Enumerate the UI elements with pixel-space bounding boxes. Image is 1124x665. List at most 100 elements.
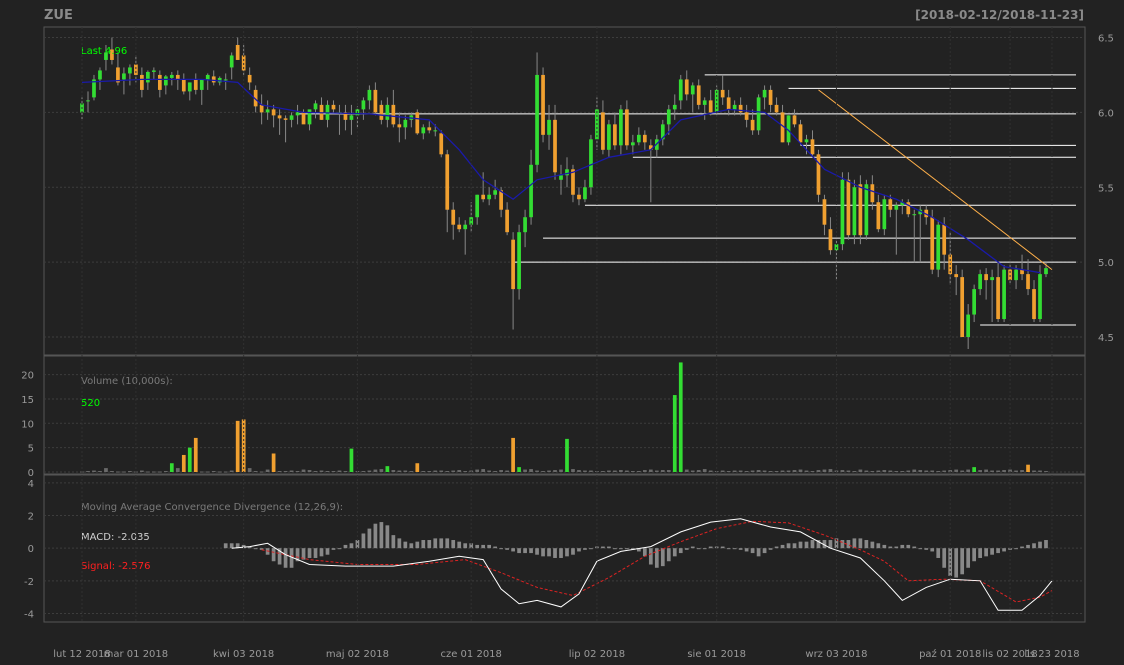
macd-histogram-bar	[894, 546, 899, 549]
macd-histogram-bar	[798, 541, 803, 549]
volume-bar	[445, 471, 450, 473]
candle-body	[499, 190, 503, 210]
candle-body	[726, 97, 731, 110]
candle-body	[607, 124, 611, 150]
candle-body	[427, 127, 432, 131]
volume-bar	[433, 470, 438, 472]
volume-bar	[930, 470, 935, 472]
volume-bar	[702, 469, 707, 472]
candle-body	[984, 274, 988, 281]
volume-bar	[157, 471, 162, 473]
macd-histogram-bar	[876, 543, 881, 549]
candle-body	[301, 112, 306, 125]
macd-histogram-bar	[439, 538, 444, 549]
price-tick-label: 5.5	[1098, 183, 1114, 194]
macd-histogram-bar	[810, 540, 815, 549]
candle-body	[295, 112, 300, 116]
volume-bar	[247, 468, 252, 472]
candle-body	[199, 79, 204, 90]
volume-bar	[439, 470, 444, 472]
macd-histogram-bar	[619, 548, 623, 550]
volume-bar	[642, 470, 647, 472]
macd-histogram-bar	[978, 548, 982, 558]
candle-body	[415, 112, 420, 134]
macd-histogram-bar	[648, 548, 653, 565]
macd-histogram-bar	[493, 546, 497, 549]
candle-body	[930, 217, 935, 270]
candle-body	[876, 202, 881, 230]
macd-histogram-bar	[900, 544, 905, 549]
macd-histogram-bar	[678, 548, 683, 554]
volume-bar	[720, 470, 725, 472]
volume-bar	[619, 470, 623, 472]
candle-body	[229, 55, 234, 68]
volume-tick-label: 20	[21, 371, 34, 382]
macd-histogram-bar	[529, 548, 533, 554]
candle-body	[990, 277, 994, 281]
candle-body	[307, 109, 312, 125]
volume-bar	[122, 471, 126, 473]
volume-bar	[589, 470, 593, 472]
macd-histogram-bar	[780, 544, 785, 549]
macd-histogram-bar	[409, 543, 414, 549]
macd-histogram-bar	[583, 548, 587, 550]
volume-bar	[972, 467, 977, 472]
volume-bar	[852, 471, 857, 473]
candle-body	[852, 187, 857, 236]
candle-body	[601, 112, 605, 150]
macd-histogram-bar	[690, 546, 695, 549]
volume-bar	[283, 471, 288, 473]
candle-body	[756, 97, 761, 131]
macd-histogram-bar	[253, 548, 258, 550]
candle-body	[313, 103, 318, 110]
macd-histogram-bar	[349, 543, 354, 549]
macd-histogram-bar	[882, 544, 887, 549]
volume-bar	[672, 395, 677, 472]
candle-body	[583, 187, 587, 200]
volume-bar	[613, 470, 617, 472]
x-tick-label: wrz 03 2018	[805, 649, 867, 660]
x-tick-label: paź 01 2018	[919, 648, 981, 660]
volume-bar	[1044, 471, 1048, 473]
volume-bar	[636, 471, 641, 473]
candle-body	[391, 104, 396, 125]
candle-body	[511, 239, 515, 290]
macd-histogram-bar	[888, 546, 893, 549]
volume-bar	[858, 469, 863, 472]
volume-bar	[900, 471, 905, 473]
volume-bar	[559, 469, 563, 472]
volume-bar	[954, 469, 959, 472]
candle-body	[122, 73, 126, 80]
macd-histogram-bar	[768, 548, 773, 550]
macd-histogram-bar	[750, 548, 755, 554]
volume-bar	[451, 470, 456, 472]
candle-body	[798, 124, 803, 143]
candle-body	[589, 139, 593, 188]
macd-histogram-bar	[523, 548, 527, 554]
volume-bar	[187, 447, 192, 472]
volume-bar	[511, 437, 515, 472]
candle	[756, 94, 761, 135]
stock-chart: ZUE [2018-02-12/2018-11-23] 4.5 5.0 5.5 6.0…	[21, 8, 1114, 660]
macd-histogram-bar	[774, 546, 779, 549]
volume-bar	[1014, 470, 1018, 472]
macd-histogram-bar	[990, 548, 994, 555]
macd-histogram-bar	[792, 543, 797, 549]
macd-histogram-bar	[517, 548, 521, 554]
macd-histogram-bar	[445, 538, 450, 549]
volume-bar	[427, 471, 432, 473]
candle-body	[223, 79, 228, 81]
volume-bar	[295, 471, 300, 473]
candle-body	[810, 139, 815, 155]
candle-body	[804, 139, 809, 143]
candle-body	[331, 104, 336, 110]
volume-bar	[343, 471, 348, 473]
volume-bar	[505, 470, 509, 472]
volume-bar	[199, 471, 204, 473]
volume-tick-label: 0	[28, 468, 34, 479]
candle-body	[463, 224, 468, 230]
candle-body	[619, 109, 623, 146]
volume-bar	[864, 470, 869, 472]
macd-histogram-bar	[864, 540, 869, 549]
macd-histogram-bar	[996, 548, 1000, 554]
